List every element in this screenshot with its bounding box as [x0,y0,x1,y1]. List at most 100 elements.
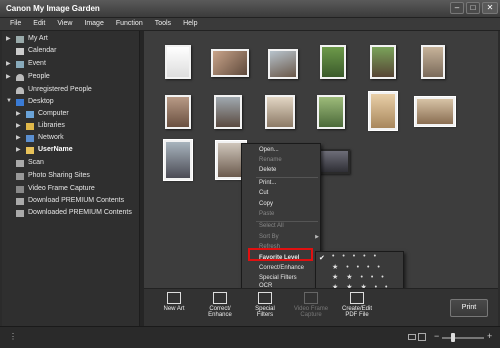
thumbnail-image [319,97,343,127]
photo-thumbnail[interactable] [370,45,396,79]
sidebar-item-downloaded-premium[interactable]: Downloaded PREMIUM Contents [2,208,140,220]
video-frame-capture-label: Capture [300,312,322,318]
libraries-icon [26,123,34,130]
special-filters-button[interactable]: Special Filters [249,292,281,318]
large-thumbnail-icon[interactable] [418,333,426,341]
video-frame-icon [16,186,24,193]
network-icon [26,135,34,142]
photo-thumbnail[interactable] [317,95,345,129]
close-button[interactable]: ✕ [482,2,498,14]
sidebar-item-video-frame-capture[interactable]: Video Frame Capture [2,184,140,196]
expand-arrow-icon[interactable]: ▶ [6,73,11,80]
zoom-slider-handle[interactable] [451,333,455,342]
photo-thumbnail[interactable] [165,95,191,129]
create-edit-pdf-button[interactable]: Create/Edit PDF File [337,292,377,318]
minimize-button[interactable]: – [450,2,464,14]
zoom-slider[interactable] [442,337,484,339]
expand-arrow-icon[interactable]: ▶ [16,134,21,141]
thumbnail-image [166,142,190,178]
correct-enhance-icon [213,292,227,304]
folder-icon [26,147,34,154]
photo-thumbnail[interactable] [268,49,298,79]
collapse-arrow-icon[interactable]: ▼ [6,98,12,104]
maximize-button[interactable]: □ [466,2,480,14]
menu-help[interactable]: Help [177,18,203,30]
menu-item-delete[interactable]: Delete [242,166,322,176]
sidebar-item-libraries[interactable]: ▶ Libraries [2,121,140,133]
menu-item-cut[interactable]: Cut [242,189,322,199]
menu-edit[interactable]: Edit [27,18,51,30]
photo-thumbnail[interactable] [320,45,346,79]
sidebar-item-people[interactable]: ▶ People [2,72,140,84]
sidebar-item-username[interactable]: ▶ UserName [2,145,140,157]
photo-thumbnail-selected[interactable] [163,139,193,181]
favorite-level-1[interactable]: ★ • • • • [332,263,402,272]
photo-thumbnail[interactable] [265,95,295,129]
favorite-level-0[interactable]: • • • • • [332,253,402,262]
photo-thumbnail[interactable] [214,95,242,129]
download-icon [16,198,24,205]
expand-arrow-icon[interactable]: ▶ [16,122,21,129]
sidebar-item-label: Network [38,134,64,141]
print-button[interactable]: Print [450,299,488,317]
expand-arrow-icon[interactable]: ▶ [16,110,21,117]
sidebar-item-download-premium[interactable]: Download PREMIUM Contents [2,196,140,208]
thumbnail-image [167,47,189,77]
sidebar-item-label: Event [28,60,46,67]
photo-thumbnail-selected[interactable] [414,96,456,127]
expand-arrow-icon[interactable]: ▶ [6,35,11,42]
thumbnail-image [372,47,394,77]
sidebar-item-my-art[interactable]: ▶ My Art [2,34,140,46]
sidebar-item-network[interactable]: ▶ Network [2,133,140,145]
menu-item-rename[interactable]: Rename [242,156,322,166]
menu-item-paste[interactable]: Paste [242,210,322,220]
sidebar-item-photo-sharing-sites[interactable]: Photo Sharing Sites [2,171,140,183]
sidebar-item-label: Desktop [28,98,54,105]
photo-thumbnail-selected[interactable] [368,91,398,131]
thumbnail-image [322,47,344,77]
video-frame-capture-icon [304,292,318,304]
sidebar-item-computer[interactable]: ▶ Computer [2,109,140,121]
favorite-level-2[interactable]: ★ ★ • • • [332,273,402,282]
zoom-out-icon[interactable]: − [434,331,439,341]
favorite-level-highlight [248,248,313,261]
small-thumbnail-icon[interactable] [408,334,416,340]
app-title: Canon My Image Garden [6,4,100,13]
menu-view[interactable]: View [51,18,78,30]
menu-tools[interactable]: Tools [149,18,177,30]
menu-item-special-filters[interactable]: Special Filters [242,274,322,284]
expand-arrow-icon[interactable]: ▶ [16,146,21,153]
menu-function[interactable]: Function [110,18,149,30]
new-art-button[interactable]: New Art [160,292,188,312]
sidebar-item-unregistered-people[interactable]: Unregistered People [2,85,140,97]
thumbnail-image [270,51,296,77]
correct-enhance-button[interactable]: Correct/ Enhance [204,292,236,318]
photo-sharing-icon [16,173,24,180]
video-frame-capture-button[interactable]: Video Frame Capture [291,292,331,318]
sidebar-item-scan[interactable]: Scan [2,158,140,170]
sidebar-item-event[interactable]: ▶ Event [2,59,140,71]
menu-item-open[interactable]: Open... [242,146,322,156]
zoom-in-icon[interactable]: + [487,331,492,341]
bottom-toolbar: New Art Correct/ Enhance Special Filters… [144,288,498,326]
expand-arrow-icon[interactable]: ▶ [6,60,11,67]
menu-item-print[interactable]: Print... [242,179,322,189]
menu-item-copy[interactable]: Copy [242,200,322,210]
menu-item-correct-enhance[interactable]: Correct/Enhance [242,264,322,274]
photo-thumbnail[interactable] [211,49,249,77]
sidebar-item-label: People [28,73,50,80]
menu-item-sort-by[interactable]: Sort By ▶ [242,233,322,243]
sidebar-item-label: My Art [28,35,48,42]
special-filters-label: Filters [256,312,274,318]
menu-file[interactable]: File [4,18,27,30]
photo-thumbnail[interactable] [165,45,191,79]
sidebar-item-label: UserName [38,146,73,153]
photo-thumbnail[interactable] [421,45,445,79]
scan-icon [16,160,24,167]
sidebar-item-desktop[interactable]: ▼ Desktop [2,97,140,109]
menu-item-select-all[interactable]: Select All [242,222,322,232]
thumbnail-image [167,97,189,127]
menu-image[interactable]: Image [78,18,109,30]
sidebar-item-calendar[interactable]: Calendar [2,46,140,58]
special-filters-icon [258,292,272,304]
